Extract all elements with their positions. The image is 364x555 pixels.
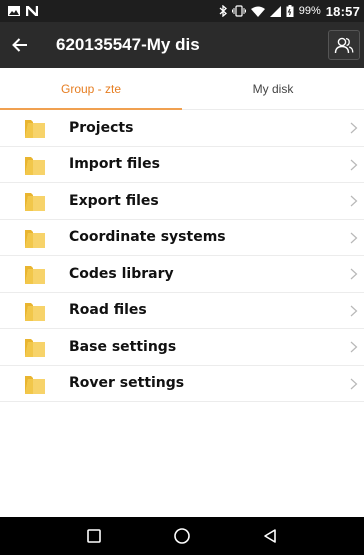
tab-group-zte[interactable]: Group - zte	[0, 68, 182, 110]
folder-label: Import files	[69, 156, 160, 173]
folder-label: Codes library	[69, 265, 174, 282]
folder-icon	[25, 156, 45, 175]
arrow-left-icon	[12, 38, 27, 52]
chevron-right-icon	[350, 305, 358, 316]
status-bar-left	[8, 6, 38, 16]
users-icon	[334, 37, 354, 54]
folder-item-import-files[interactable]: Import files	[0, 146, 364, 183]
folder-label: Road files	[69, 302, 147, 319]
image-icon	[8, 6, 20, 16]
chevron-right-icon	[350, 268, 358, 280]
folder-item-export-files[interactable]: Export files	[0, 183, 364, 220]
chevron-right-icon	[350, 232, 358, 243]
folder-label: Base settings	[69, 338, 177, 355]
system-nav-bar	[0, 517, 364, 555]
folder-label: Projects	[69, 119, 134, 136]
folder-item-base-settings[interactable]: Base settings	[0, 329, 364, 366]
home-icon	[174, 528, 190, 544]
folder-label: Coordinate systems	[69, 229, 226, 246]
chevron-right-icon	[350, 122, 358, 134]
folder-icon	[25, 375, 45, 394]
folder-item-projects[interactable]: Projects	[0, 110, 364, 147]
folder-label: Rover settings	[69, 375, 185, 392]
back-triangle-icon	[264, 529, 276, 543]
chevron-right-icon	[350, 195, 358, 207]
folder-label: Export files	[69, 192, 159, 209]
status-bar-right: 99% 18:57	[219, 4, 360, 19]
app-bar: 620135547-My dis	[0, 22, 364, 68]
folder-icon	[25, 302, 45, 321]
vibrate-icon	[231, 5, 246, 17]
folder-item-road-files[interactable]: Road files	[0, 292, 364, 329]
folder-list: Projects Import files Export files Coord…	[0, 110, 364, 402]
system-back-button[interactable]	[255, 521, 285, 551]
back-button[interactable]	[0, 22, 40, 68]
chevron-right-icon	[350, 159, 358, 170]
signal-icon	[269, 5, 281, 17]
battery-icon	[286, 5, 294, 17]
folder-icon	[25, 266, 45, 284]
battery-percent: 99%	[298, 5, 321, 17]
wifi-icon	[250, 6, 265, 17]
status-bar: 99% 18:57	[0, 0, 364, 22]
n-notification-icon	[26, 6, 38, 16]
tab-bar: Group - zte My disk	[0, 68, 364, 110]
folder-icon	[25, 193, 45, 211]
folder-icon	[25, 339, 45, 357]
page-title: 620135547-My dis	[56, 35, 200, 54]
tab-my-disk[interactable]: My disk	[182, 68, 364, 109]
home-button[interactable]	[167, 521, 197, 551]
folder-item-rover-settings[interactable]: Rover settings	[0, 365, 364, 402]
chevron-right-icon	[350, 378, 358, 389]
recent-apps-icon	[87, 529, 101, 543]
folder-item-codes-library[interactable]: Codes library	[0, 256, 364, 293]
chevron-right-icon	[350, 341, 358, 353]
clock-time: 18:57	[325, 3, 360, 19]
bluetooth-icon	[219, 5, 227, 17]
folder-item-coordinate-systems[interactable]: Coordinate systems	[0, 219, 364, 256]
folder-icon	[25, 120, 45, 138]
members-button[interactable]	[328, 30, 360, 60]
folder-icon	[25, 229, 45, 248]
recent-apps-button[interactable]	[79, 521, 109, 551]
